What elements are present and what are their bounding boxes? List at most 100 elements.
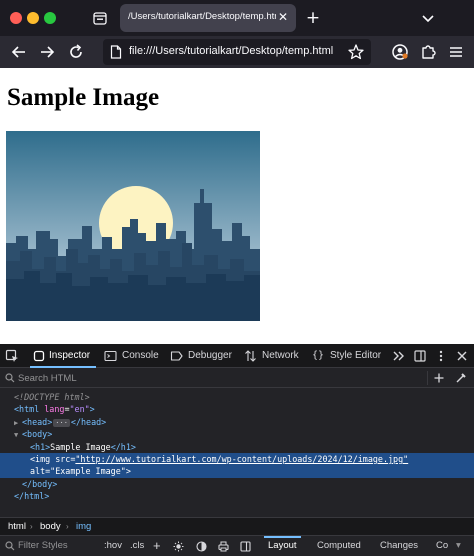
tab-close-icon[interactable]: ✕ bbox=[276, 10, 290, 24]
tab-compatibility[interactable]: Co bbox=[436, 536, 448, 556]
dark-color-scheme-icon[interactable] bbox=[196, 541, 207, 552]
close-devtools-icon[interactable] bbox=[455, 349, 469, 363]
markup-line-h1[interactable]: <h1>Sample Image</h1> bbox=[0, 441, 474, 453]
more-tabs-icon[interactable]: ▾ bbox=[456, 536, 461, 556]
account-icon[interactable] bbox=[390, 42, 410, 62]
forward-icon[interactable] bbox=[37, 42, 57, 62]
sidebar-toggle-icon[interactable] bbox=[240, 541, 251, 552]
markup-line-head[interactable]: ▶ <head> ··· </head> bbox=[0, 416, 474, 428]
search-icon bbox=[5, 373, 15, 383]
console-icon bbox=[104, 350, 117, 362]
html-tag: <html bbox=[14, 404, 40, 415]
breadcrumb-img[interactable]: img bbox=[76, 518, 91, 536]
new-tab-button[interactable]: + bbox=[304, 9, 322, 27]
tab-changes[interactable]: Changes bbox=[380, 536, 418, 556]
html-tag-end: > bbox=[89, 404, 95, 415]
tab-inspector-label: Inspector bbox=[49, 350, 91, 361]
collapsed-children-badge[interactable]: ··· bbox=[53, 418, 70, 427]
zoom-window-button[interactable] bbox=[44, 12, 56, 24]
tab-style-editor-label: Style Editor bbox=[330, 350, 382, 361]
devtools-options-icon[interactable] bbox=[434, 349, 448, 363]
img-tag-end: > bbox=[125, 466, 131, 477]
navigation-toolbar: file:///Users/tutorialkart/Desktop/temp.… bbox=[0, 36, 474, 68]
tab-layout[interactable]: Layout bbox=[264, 536, 301, 556]
toolbar-divider bbox=[427, 371, 428, 385]
head-close-tag: </head> bbox=[70, 416, 107, 427]
lang-attr: lang bbox=[44, 404, 65, 415]
inspector-icon bbox=[33, 350, 45, 362]
more-tools-icon[interactable] bbox=[392, 349, 406, 363]
src-attr: src= bbox=[55, 454, 76, 464]
markup-line-doctype[interactable]: <!DOCTYPE html> bbox=[0, 391, 474, 403]
tab-title: /Users/tutorialkart/Desktop/temp.html bbox=[128, 11, 276, 22]
page-icon bbox=[110, 45, 122, 59]
h1-close-tag: </h1> bbox=[110, 441, 136, 452]
tab-network[interactable]: Network bbox=[244, 344, 304, 368]
hover-state-toggle[interactable]: :hov bbox=[104, 536, 122, 556]
breadcrumb-separator-icon: › bbox=[30, 522, 33, 531]
extensions-icon[interactable] bbox=[418, 42, 438, 62]
minimize-window-button[interactable] bbox=[27, 12, 39, 24]
cityscape-image bbox=[6, 131, 260, 321]
h1-text: Sample Image bbox=[50, 441, 111, 452]
add-node-icon[interactable] bbox=[433, 372, 445, 384]
markup-line-html[interactable]: <html lang="en"> bbox=[0, 403, 474, 415]
search-html-input[interactable] bbox=[18, 371, 198, 385]
tab-style-editor[interactable]: {} Style Editor bbox=[312, 344, 384, 368]
markup-view: <!DOCTYPE html> <html lang="en"> ▶ <head>… bbox=[0, 389, 474, 517]
style-editor-icon: {} bbox=[312, 350, 325, 361]
src-link[interactable]: "http://www.tutorialkart.com/wp-content/… bbox=[75, 454, 408, 464]
tab-console-label: Console bbox=[122, 350, 159, 361]
add-rule-button[interactable]: + bbox=[153, 536, 161, 556]
dock-side-icon[interactable] bbox=[413, 349, 427, 363]
body-tag: <body> bbox=[22, 429, 53, 440]
markup-line-html-close[interactable]: </html> bbox=[0, 490, 474, 502]
markup-line-img-selected[interactable]: <img src="http://www.tutorialkart.com/wp… bbox=[0, 453, 474, 466]
breadcrumb-body[interactable]: body bbox=[40, 518, 61, 536]
address-bar[interactable]: file:///Users/tutorialkart/Desktop/temp.… bbox=[103, 39, 371, 65]
url-text[interactable]: file:///Users/tutorialkart/Desktop/temp.… bbox=[129, 45, 343, 59]
breadcrumb: html › body › img bbox=[0, 517, 474, 535]
tab-network-label: Network bbox=[262, 350, 299, 361]
breadcrumb-html[interactable]: html bbox=[8, 518, 26, 536]
doctype-node: <!DOCTYPE html> bbox=[14, 392, 90, 402]
devtools-toolbar: Inspector Console Debugger Network {} St… bbox=[0, 344, 474, 368]
markup-search-row bbox=[0, 368, 474, 388]
body-close-tag: </body> bbox=[22, 478, 58, 489]
print-media-icon[interactable] bbox=[218, 541, 229, 552]
tab-debugger[interactable]: Debugger bbox=[170, 344, 236, 368]
reload-icon[interactable] bbox=[66, 42, 86, 62]
img-tag: <img bbox=[30, 454, 51, 464]
markup-line-body[interactable]: ▼ <body> bbox=[0, 428, 474, 440]
head-tag: <head> bbox=[22, 416, 53, 427]
light-color-scheme-icon[interactable] bbox=[173, 541, 184, 552]
tab-inspector[interactable]: Inspector bbox=[30, 344, 96, 368]
alt-value: "Example Image" bbox=[50, 466, 126, 477]
debugger-icon bbox=[170, 351, 183, 361]
class-toggle[interactable]: .cls bbox=[130, 536, 144, 556]
close-window-button[interactable] bbox=[10, 12, 22, 24]
markup-line-body-close[interactable]: </body> bbox=[0, 478, 474, 490]
page-viewport: Sample Image bbox=[0, 68, 474, 344]
eyedropper-icon[interactable] bbox=[455, 372, 467, 384]
h1-tag: <h1> bbox=[30, 441, 51, 452]
html-close-tag: </html> bbox=[14, 491, 50, 502]
markup-line-img-alt[interactable]: alt="Example Image"> bbox=[0, 465, 474, 478]
tab-computed[interactable]: Computed bbox=[317, 536, 361, 556]
menu-icon[interactable] bbox=[446, 42, 466, 62]
filter-search-icon bbox=[5, 541, 15, 551]
tab-debugger-label: Debugger bbox=[188, 350, 232, 361]
tab-overview-icon[interactable] bbox=[92, 10, 108, 26]
rules-toolbar: Filter Styles :hov .cls + Layout Compute… bbox=[0, 535, 474, 556]
page-heading: Sample Image bbox=[7, 84, 160, 111]
tab-list-icon[interactable] bbox=[420, 10, 436, 26]
bookmark-star-icon[interactable] bbox=[347, 43, 365, 61]
filter-styles-input[interactable]: Filter Styles bbox=[18, 536, 68, 556]
breadcrumb-separator-icon: › bbox=[66, 522, 69, 531]
browser-tab[interactable]: /Users/tutorialkart/Desktop/temp.html ✕ bbox=[120, 4, 296, 32]
pick-element-icon[interactable] bbox=[5, 349, 19, 363]
back-icon[interactable] bbox=[9, 42, 29, 62]
tab-console[interactable]: Console bbox=[104, 344, 164, 368]
lang-value: "en" bbox=[69, 404, 90, 415]
alt-attr: alt= bbox=[30, 466, 51, 477]
